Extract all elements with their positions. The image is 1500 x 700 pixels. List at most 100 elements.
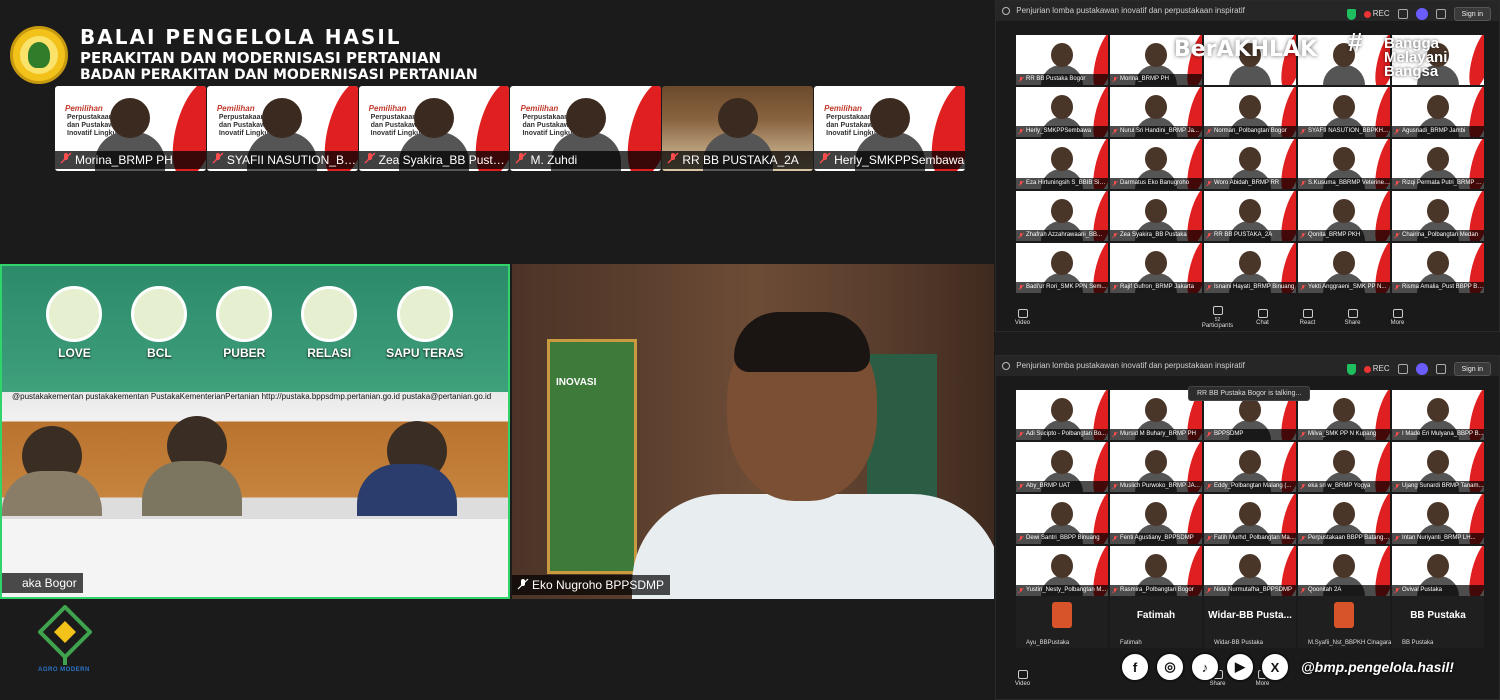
participant-strip: PemilihanPerpustakaan Inspiratif dan Pus… <box>55 86 965 171</box>
info-icon[interactable] <box>1002 361 1010 370</box>
grid-icon[interactable] <box>1435 364 1446 374</box>
participant-tile[interactable]: S.Kusuma_BBRMP Veteriner... <box>1298 139 1390 189</box>
participant-tile[interactable]: Rajif Gufron_BRMP Jakarta <box>1110 243 1202 293</box>
participant-tile[interactable]: Herly_SMKPPSembawa <box>1016 87 1108 137</box>
participant-tile[interactable]: Rasmira_Polbangtan Bogor <box>1110 546 1202 596</box>
rec-badge[interactable]: REC <box>1363 359 1390 379</box>
participant-tile[interactable]: RR BB Pustaka Bogor <box>1016 35 1108 85</box>
participant-tile[interactable]: Zhafrah Azzahrawaani_BB... <box>1016 191 1108 241</box>
participant-tile[interactable]: Risma Amalia_Pust BBPP Bin... <box>1392 243 1484 293</box>
participant-tile[interactable]: Dewi Santri_BBPP Binuang <box>1016 494 1108 544</box>
banner-swirl <box>1464 35 1484 85</box>
more-button[interactable]: More <box>1375 302 1420 331</box>
speaker-video-tile[interactable]: INOVASI Eko Nugroho BPPSDMP <box>512 264 994 599</box>
participant-tile[interactable]: Agusnadi_BRMP Jambi <box>1392 87 1484 137</box>
share-button[interactable]: Share <box>1330 302 1375 331</box>
info-icon[interactable] <box>1002 6 1010 15</box>
participant-tile[interactable]: I Made Eri Mulyana_BBPP B... <box>1392 390 1484 440</box>
participant-tile[interactable]: Widar-BB Pusta... Widar-BB Pustaka <box>1204 596 1296 648</box>
participant-tile[interactable]: Woro Abidah_BRMP RR <box>1204 139 1296 189</box>
participant-tile[interactable]: Badi'ur Rori_SMK PPN Sem... <box>1016 243 1108 293</box>
participant-tile[interactable]: Fatimah Fatimah <box>1110 596 1202 648</box>
video-icon <box>1017 308 1028 318</box>
participant-tile[interactable]: RR BB PUSTAKA_2A <box>1204 191 1296 241</box>
participant-tile[interactable]: M.Syafii_Nst_BBPKH Cinagara <box>1298 596 1392 648</box>
participant-name: M.Syafii_Nst_BBPKH Cinagara <box>1308 640 1392 646</box>
participant-tile[interactable]: Isnaini Hayati_BRMP Binuang <box>1204 243 1296 293</box>
participant-tile[interactable]: Ayu_BBPustaka <box>1016 596 1108 648</box>
zoom-window-bottom: Penjurian lomba pustakawan inovatif dan … <box>995 355 1500 700</box>
participant-tile[interactable]: Eza Hirtuningsih S_BBIB Sing... <box>1016 139 1108 189</box>
social-handle: @bmp.pengelola.hasil! <box>1301 659 1454 675</box>
mic-muted-icon <box>1018 535 1024 542</box>
participant-tile[interactable]: Muslich Purwoko_BRMP JAT... <box>1110 442 1202 492</box>
participant-tile[interactable]: PemilihanPerpustakaan Inspiratif dan Pus… <box>510 86 662 171</box>
participant-face <box>1427 554 1449 578</box>
mic-muted-icon <box>1300 483 1306 490</box>
react-button[interactable]: React <box>1285 302 1330 331</box>
participant-tile[interactable]: RR BB PUSTAKA_2A <box>662 86 814 171</box>
participant-name: Fatih Murhd_Polbangtan Ma... <box>1204 533 1296 544</box>
facebook-icon[interactable]: f <box>1120 652 1150 682</box>
participant-tile[interactable]: Chairina_Polbangtan Medan <box>1392 191 1484 241</box>
participant-tile[interactable]: Fenti Agustiany_BPPSDMP <box>1110 494 1202 544</box>
participant-tile[interactable]: Milva_SMK PP N Kupang <box>1298 390 1390 440</box>
participant-tile[interactable]: Fatih Murhd_Polbangtan Ma... <box>1204 494 1296 544</box>
participant-tile[interactable]: PemilihanPerpustakaan Inspiratif dan Pus… <box>358 86 510 171</box>
mic-muted-icon <box>1300 431 1306 438</box>
youtube-icon[interactable]: ▶ <box>1225 652 1255 682</box>
sign-in-button[interactable]: Sign in <box>1453 7 1491 21</box>
participant-tile[interactable]: Ujang Sunardi BRMP Tanam... <box>1392 442 1484 492</box>
participant-name: Eddy_Polbangtan Malang (... <box>1204 481 1296 492</box>
participant-tile[interactable]: Qoonitah 2A <box>1298 546 1390 596</box>
participant-tile[interactable]: Perpustakaan BBPP Batangk... <box>1298 494 1390 544</box>
header-title: BALAI PENGELOLA HASIL PERAKITAN DAN MODE… <box>80 25 478 84</box>
participant-tile[interactable]: Aby_BRMP UAT <box>1016 442 1108 492</box>
tiktok-icon[interactable]: ♪ <box>1190 652 1220 682</box>
participant-tile[interactable]: Eddy_Polbangtan Malang (... <box>1204 442 1296 492</box>
participant-tile[interactable]: eka sri w_BRMP Yogya <box>1298 442 1390 492</box>
shield-icon[interactable] <box>1346 8 1356 20</box>
participant-tile[interactable]: Yekti Anggraeni_SMK PP N... <box>1298 243 1390 293</box>
participant-name: SYAFII NASUTION_BBPKH Ci... <box>1298 126 1390 137</box>
grid-icon[interactable] <box>1435 9 1446 19</box>
annotate-icon[interactable] <box>1397 9 1408 19</box>
participant-tile[interactable]: Adi Sucipto - Polbangtan Bo... <box>1016 390 1108 440</box>
chat-button[interactable]: Chat <box>1240 302 1285 331</box>
participant-display-name: Fatimah <box>1136 610 1176 621</box>
header-line-3: BADAN PERAKITAN DAN MODERNISASI PERTANIA… <box>80 67 478 83</box>
instagram-icon[interactable]: ◎ <box>1155 652 1185 682</box>
room-tile-label: aka Bogor <box>2 573 83 593</box>
video-icon <box>1017 669 1028 679</box>
mic-muted-icon <box>1112 431 1118 438</box>
participant-tile[interactable]: Yustin_Nesty_Polbangtan M... <box>1016 546 1108 596</box>
x-icon[interactable]: X <box>1260 652 1290 682</box>
participant-tile[interactable]: Darmatus Eko Banugroho <box>1110 139 1202 189</box>
video-button[interactable]: Video <box>1000 663 1045 693</box>
participant-tile[interactable]: Rizqi Permata Putri_BRMP Ja... <box>1392 139 1484 189</box>
participant-tile[interactable]: Intan Nuriyanti_BRMP LH... <box>1392 494 1484 544</box>
participant-tile[interactable]: PemilihanPerpustakaan Inspiratif dan Pus… <box>55 86 206 171</box>
avatar[interactable] <box>1415 8 1428 20</box>
participant-tile[interactable]: Ovival Pustaka <box>1392 546 1484 596</box>
room-video-tile[interactable]: LOVE BCL PUBER RELASI SAPU TERAS @pustakakem… <box>0 264 510 599</box>
participant-tile[interactable]: Nurul Sri Handini_BRMP Ja... <box>1110 87 1202 137</box>
participant-tile[interactable]: Zea Syakira_BB Pustaka <box>1110 191 1202 241</box>
rec-badge[interactable]: REC <box>1363 4 1390 24</box>
video-button[interactable]: Video <box>1000 302 1045 331</box>
participant-tile[interactable]: BB Pustaka BB Pustaka <box>1392 596 1484 648</box>
avatar[interactable] <box>1415 363 1428 375</box>
participant-tile[interactable]: PemilihanPerpustakaan Inspiratif dan Pus… <box>206 86 358 171</box>
participant-tile[interactable]: Qonita_BRMP PKH <box>1298 191 1390 241</box>
participant-name: Adi Sucipto - Polbangtan Bo... <box>1016 429 1108 440</box>
participant-tile[interactable]: Norman_Polbangtan Bogor <box>1204 87 1296 137</box>
participant-face <box>1239 398 1261 422</box>
participant-tile[interactable]: SYAFII NASUTION_BBPKH Ci... <box>1298 87 1390 137</box>
shield-icon[interactable] <box>1346 363 1356 375</box>
annotate-icon[interactable] <box>1397 364 1408 374</box>
participant-tile[interactable]: Nida Nurmutafha_BPPSDMP <box>1204 546 1296 596</box>
participant-name: RR BB PUSTAKA_2A <box>662 151 814 169</box>
sign-in-button[interactable]: Sign in <box>1453 362 1491 376</box>
participant-tile[interactable]: PemilihanPerpustakaan Inspiratif dan Pus… <box>814 86 965 171</box>
participants-button[interactable]: 52 Participants <box>1195 302 1240 331</box>
